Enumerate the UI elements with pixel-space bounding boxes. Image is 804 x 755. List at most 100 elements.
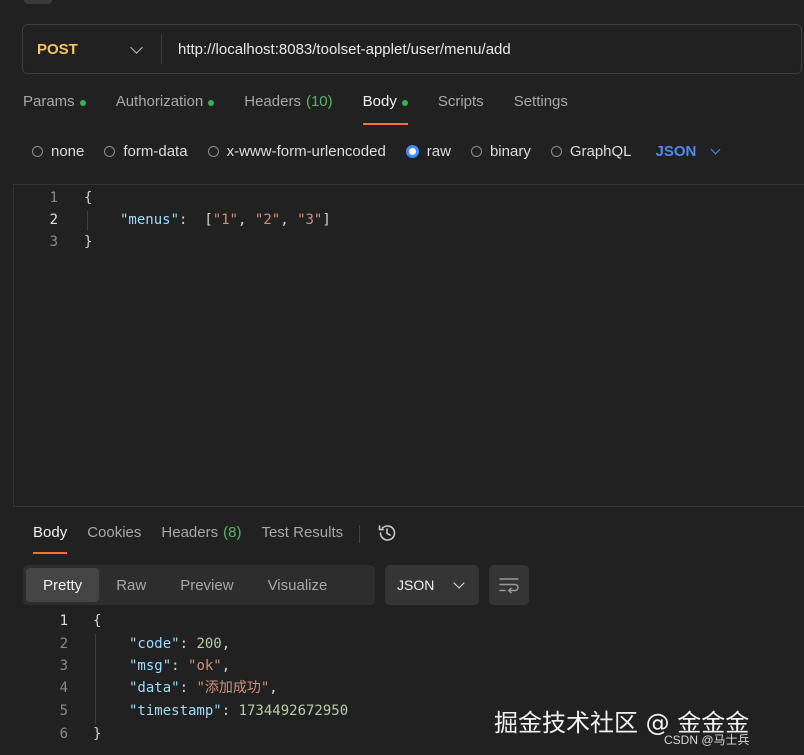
json-string: "3" [297,212,323,228]
line-number: 6 [59,726,68,742]
response-format-label: JSON [397,577,435,593]
json-string: "添加成功" [196,680,270,696]
line-number: 1 [59,613,68,629]
url-input[interactable]: http://localhost:8083/toolset-applet/use… [162,41,801,58]
history-icon[interactable] [376,522,398,548]
tab-label: Scripts [437,93,484,110]
chevron-down-icon [710,144,721,155]
editor-line: 2 "menus": ["1", "2", "3"] [14,209,414,231]
radio-icon [32,145,43,157]
radio-x-www-form-urlencoded[interactable]: x-www-form-urlencoded [207,142,386,160]
radio-icon [104,145,116,157]
tab-response-body[interactable]: Body [33,524,68,554]
chevron-down-icon [453,577,465,589]
radio-icon [550,145,562,157]
json-string: "1" [212,212,239,228]
json-number: 1734492672950 [238,703,349,719]
open-brace: { [93,613,102,629]
tab-scripts[interactable]: Scripts [438,93,484,125]
tab-separator [359,525,361,543]
tab-label: Body [362,93,397,110]
json-key: "data" [129,680,180,696]
radio-raw[interactable]: raw [405,142,451,160]
request-tabs: Params Authorization Headers (10) Body Sc… [23,93,598,127]
tab-params[interactable]: Params [23,93,86,125]
response-line: 5 "timestamp": 1734492672950 [0,700,400,722]
tab-cookies[interactable]: Cookies [87,524,141,554]
watermark-sub: CSDN @马士兵 [664,733,750,747]
status-dot-icon [79,100,86,106]
close-brace: } [84,234,93,250]
window-top-strip [24,0,52,4]
view-mode-toggle: Pretty Raw Preview Visualize [23,565,375,605]
line-number: 5 [59,703,68,719]
json-bracket: [ [204,212,213,228]
radio-graphql[interactable]: GraphQL [550,142,632,160]
tab-label: Test Results [261,524,344,541]
response-format-select[interactable]: JSON [385,565,479,605]
view-pretty-button[interactable]: Pretty [26,568,100,602]
radio-binary[interactable]: binary [470,142,531,160]
body-type-options: none form-data x-www-form-urlencoded raw… [32,141,721,161]
radio-label: GraphQL [569,142,632,160]
line-number: 2 [59,636,68,652]
chevron-down-icon [130,40,143,54]
line-number: 3 [49,234,58,250]
headers-count: (8) [223,524,242,541]
status-dot-icon [401,100,408,106]
wrap-lines-button[interactable] [489,565,529,605]
tab-authorization[interactable]: Authorization [116,93,215,125]
request-body-editor[interactable]: 1 { 2 "menus": ["1", "2", "3"] 3 } [13,184,804,507]
json-string: "ok" [188,658,222,674]
json-string: "2" [254,212,281,228]
body-format-label: JSON [655,142,697,160]
json-key: "msg" [129,658,172,674]
tab-headers[interactable]: Headers (10) [244,93,332,125]
tab-body[interactable]: Body [362,93,409,125]
radio-form-data[interactable]: form-data [104,142,188,160]
response-line: 3 "msg": "ok", [0,655,400,677]
response-line: 2 "code": 200, [0,633,400,655]
json-number: 200 [196,636,222,652]
radio-label: raw [426,142,451,160]
radio-icon [470,145,482,157]
method-label: POST [37,40,78,58]
tab-label: Headers [244,93,301,110]
response-tabs: Body Cookies Headers (8) Test Results [33,524,398,556]
line-number: 4 [59,680,68,696]
method-select[interactable]: POST [23,41,161,58]
menus-entry: "menus": ["1", "2", "3"] [120,212,331,228]
line-number: 2 [49,212,58,228]
view-visualize-button[interactable]: Visualize [251,568,345,602]
radio-label: form-data [123,142,188,160]
radio-icon [207,145,219,157]
tab-label: Params [23,93,75,110]
body-format-select[interactable]: JSON [655,142,721,160]
json-key: "menus" [120,212,180,228]
radio-selected-icon [405,144,419,158]
tab-settings[interactable]: Settings [514,93,568,125]
tab-label: Authorization [115,93,204,110]
view-raw-button[interactable]: Raw [99,568,163,602]
tab-test-results[interactable]: Test Results [261,524,343,554]
radio-label: binary [489,142,531,160]
radio-label: none [51,142,85,160]
json-key: "timestamp" [129,703,222,719]
radio-label: x-www-form-urlencoded [226,142,386,160]
line-number: 3 [59,658,68,674]
line-number: 1 [49,190,58,206]
tab-label: Body [33,524,68,541]
headers-count: (10) [305,93,333,110]
request-url-bar: POST http://localhost:8083/toolset-apple… [22,24,802,74]
tab-label: Cookies [87,524,142,541]
tab-label: Headers [161,524,219,541]
tab-response-headers[interactable]: Headers (8) [161,524,241,554]
view-preview-button[interactable]: Preview [163,568,250,602]
close-brace: } [93,726,102,742]
json-bracket: ] [322,212,331,228]
response-line: 4 "data": "添加成功", [0,677,400,699]
open-brace: { [84,190,93,206]
tab-label: Settings [513,93,568,110]
radio-none[interactable]: none [32,143,84,160]
wrap-lines-icon [499,578,519,594]
